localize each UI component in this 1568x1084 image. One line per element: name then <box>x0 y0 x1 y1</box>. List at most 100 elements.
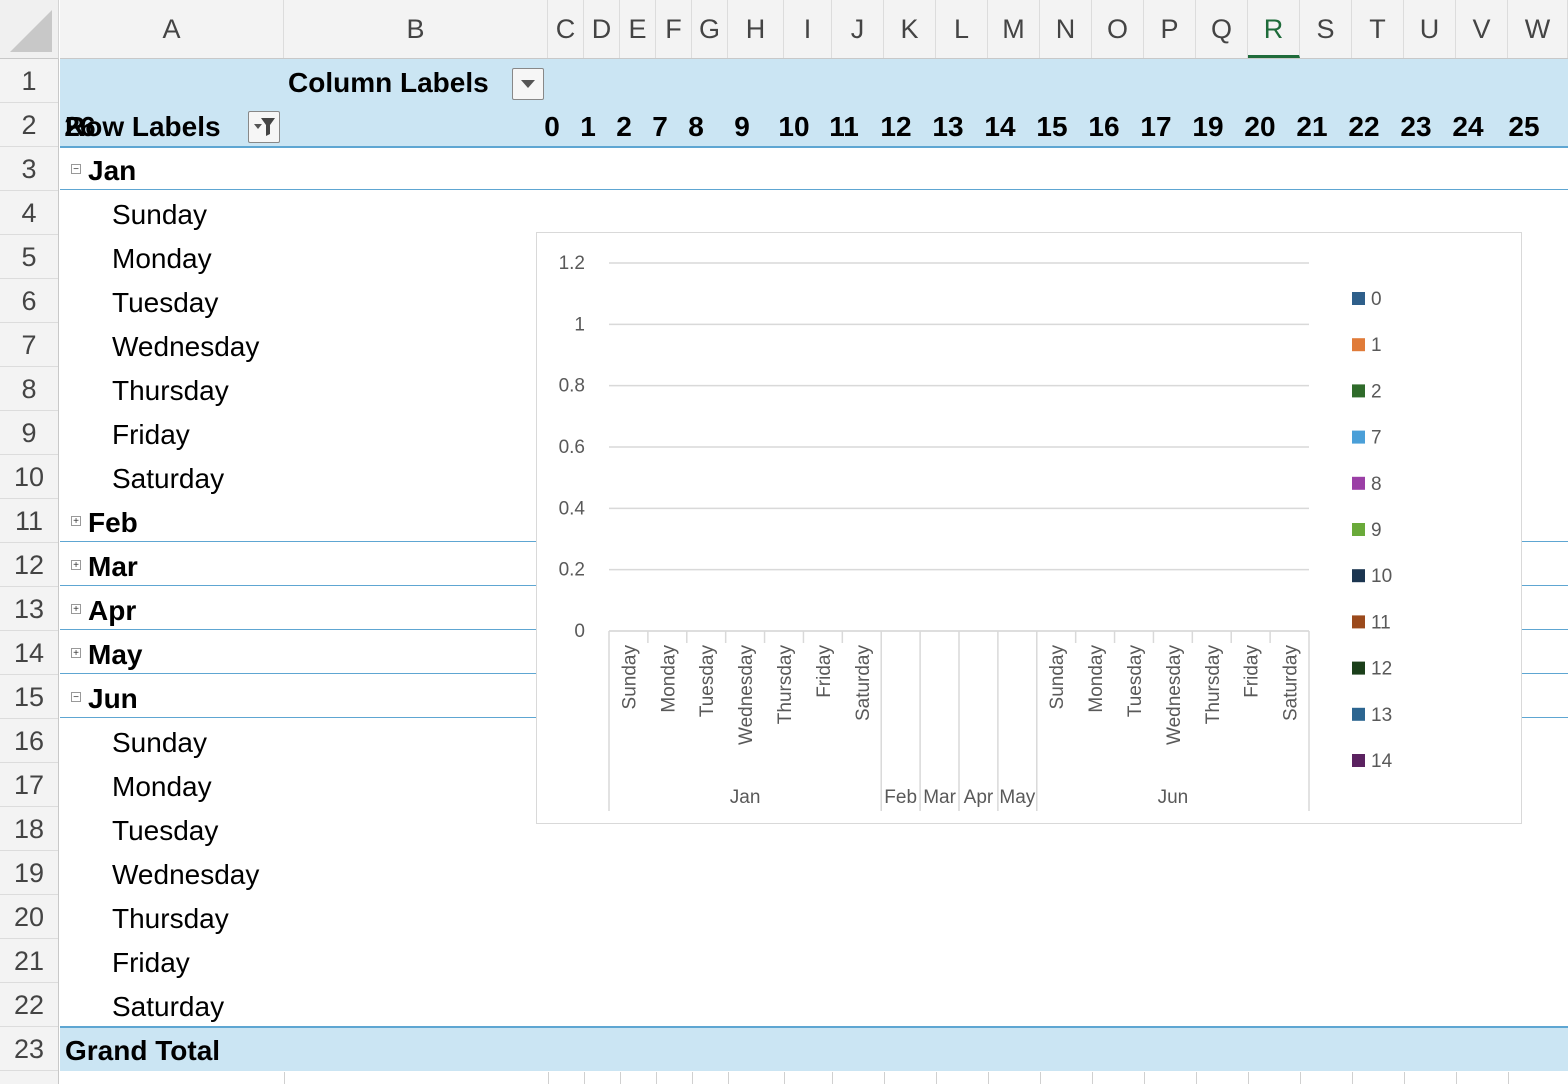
row-header-10[interactable]: 10 <box>0 455 58 499</box>
row-header-15[interactable]: 15 <box>0 675 58 719</box>
column-header-U[interactable]: U <box>1404 0 1456 58</box>
select-all-corner[interactable] <box>0 0 59 59</box>
column-header-O[interactable]: O <box>1092 0 1144 58</box>
collapse-icon[interactable]: − <box>71 164 81 175</box>
row-header-22[interactable]: 22 <box>0 983 58 1027</box>
pivot-column-value: 12 <box>880 111 912 142</box>
pivot-chart[interactable]: 1.2 1 0.8 0.6 0.4 0.2 0 Sunday Monday Tuesday Wedn… <box>536 232 1522 824</box>
row-header-12[interactable]: 12 <box>0 543 58 587</box>
pivot-row-item[interactable]: Friday <box>112 413 190 457</box>
y-tick-label: 0.8 <box>559 376 585 397</box>
pivot-group-label[interactable]: Mar <box>88 545 138 589</box>
pivot-group-label[interactable]: May <box>88 633 142 677</box>
column-header-A[interactable]: A <box>60 0 284 58</box>
grand-total-label: Grand Total <box>65 1035 221 1066</box>
row-header-3[interactable]: 3 <box>0 147 58 191</box>
pivot-row-item[interactable]: Sunday <box>112 721 207 765</box>
pivot-column-value: 15 <box>1036 111 1068 142</box>
legend-label: 2 <box>1371 381 1382 402</box>
row-header-11[interactable]: 11 <box>0 499 58 543</box>
row-header-17[interactable]: 17 <box>0 763 58 807</box>
row-header-4[interactable]: 4 <box>0 191 58 235</box>
pivot-group-label[interactable]: Jun <box>88 677 138 721</box>
pivot-row-item[interactable]: Monday <box>112 765 212 809</box>
x-group-label: Mar <box>923 787 956 808</box>
row-header-1[interactable]: 1 <box>0 59 58 103</box>
column-header-V[interactable]: V <box>1456 0 1508 58</box>
row-header-7[interactable]: 7 <box>0 323 58 367</box>
column-header-R[interactable]: R <box>1248 0 1300 58</box>
pivot-group-label[interactable]: Jan <box>88 149 136 193</box>
pivot-row-item[interactable]: Saturday <box>112 457 224 501</box>
column-header-C[interactable]: C <box>548 0 584 58</box>
column-header-D[interactable]: D <box>584 0 620 58</box>
row-header-13[interactable]: 13 <box>0 587 58 631</box>
legend-label: 13 <box>1371 705 1392 726</box>
pivot-row-item[interactable]: Tuesday <box>112 809 218 853</box>
column-header-B[interactable]: B <box>284 0 548 58</box>
column-labels-dropdown-button[interactable] <box>512 68 544 100</box>
column-header-W[interactable]: W <box>1508 0 1568 58</box>
row-header-16[interactable]: 16 <box>0 719 58 763</box>
legend-swatch <box>1352 292 1365 305</box>
x-category-label: Tuesday <box>697 645 718 718</box>
expand-icon[interactable]: + <box>71 604 81 615</box>
pivot-row-item[interactable]: Wednesday <box>112 853 259 897</box>
row-header-14[interactable]: 14 <box>0 631 58 675</box>
x-group-label: Jun <box>1158 787 1189 808</box>
group-divider <box>60 189 1568 190</box>
pivot-column-value: 20 <box>1244 111 1276 142</box>
collapse-icon[interactable]: − <box>71 692 81 703</box>
pivot-row-item[interactable]: Sunday <box>112 193 207 237</box>
column-header-L[interactable]: L <box>936 0 988 58</box>
row-header-9[interactable]: 9 <box>0 411 58 455</box>
legend-swatch <box>1352 338 1365 352</box>
pivot-column-value: 10 <box>778 111 810 142</box>
x-group-label: May <box>999 787 1035 808</box>
column-header-P[interactable]: P <box>1144 0 1196 58</box>
expand-icon[interactable]: + <box>71 648 81 659</box>
pivot-row-item[interactable]: Saturday <box>112 985 224 1029</box>
column-header-H[interactable]: H <box>728 0 784 58</box>
column-header-E[interactable]: E <box>620 0 656 58</box>
expand-icon[interactable]: + <box>71 560 81 571</box>
row-header-5[interactable]: 5 <box>0 235 58 279</box>
grid-line <box>1508 1072 1509 1084</box>
legend-label: 8 <box>1371 474 1382 495</box>
row-header-23[interactable]: 23 <box>0 1027 58 1071</box>
pivot-row-item[interactable]: Thursday <box>112 897 229 941</box>
column-header-J[interactable]: J <box>832 0 884 58</box>
column-header-G[interactable]: G <box>692 0 728 58</box>
x-category-label: Sunday <box>619 645 640 710</box>
y-tick-label: 1 <box>574 314 585 335</box>
row-header-6[interactable]: 6 <box>0 279 58 323</box>
column-header-T[interactable]: T <box>1352 0 1404 58</box>
expand-icon[interactable]: + <box>71 516 81 527</box>
row-header-20[interactable]: 20 <box>0 895 58 939</box>
column-header-bar: ABCDEFGHIJKLMNOPQRSTUVW <box>60 0 1568 59</box>
column-header-K[interactable]: K <box>884 0 936 58</box>
pivot-group-label[interactable]: Apr <box>88 589 136 633</box>
column-header-F[interactable]: F <box>656 0 692 58</box>
column-header-Q[interactable]: Q <box>1196 0 1248 58</box>
pivot-row-item[interactable]: Wednesday <box>112 325 259 369</box>
row-header-8[interactable]: 8 <box>0 367 58 411</box>
column-header-I[interactable]: I <box>784 0 832 58</box>
row-labels-filter-button[interactable] <box>248 111 280 143</box>
legend-swatch <box>1352 384 1365 398</box>
pivot-column-value: 11 <box>829 111 859 142</box>
column-header-S[interactable]: S <box>1300 0 1352 58</box>
pivot-row-item[interactable]: Thursday <box>112 369 229 413</box>
row-header-21[interactable]: 21 <box>0 939 58 983</box>
pivot-row-item[interactable]: Monday <box>112 237 212 281</box>
x-category-label: Friday <box>814 645 835 698</box>
column-header-M[interactable]: M <box>988 0 1040 58</box>
x-category-label: Thursday <box>1203 645 1224 725</box>
pivot-row-item[interactable]: Friday <box>112 941 190 985</box>
row-header-18[interactable]: 18 <box>0 807 58 851</box>
pivot-group-label[interactable]: Feb <box>88 501 138 545</box>
column-header-N[interactable]: N <box>1040 0 1092 58</box>
row-header-2[interactable]: 2 <box>0 103 58 147</box>
pivot-row-item[interactable]: Tuesday <box>112 281 218 325</box>
row-header-19[interactable]: 19 <box>0 851 58 895</box>
